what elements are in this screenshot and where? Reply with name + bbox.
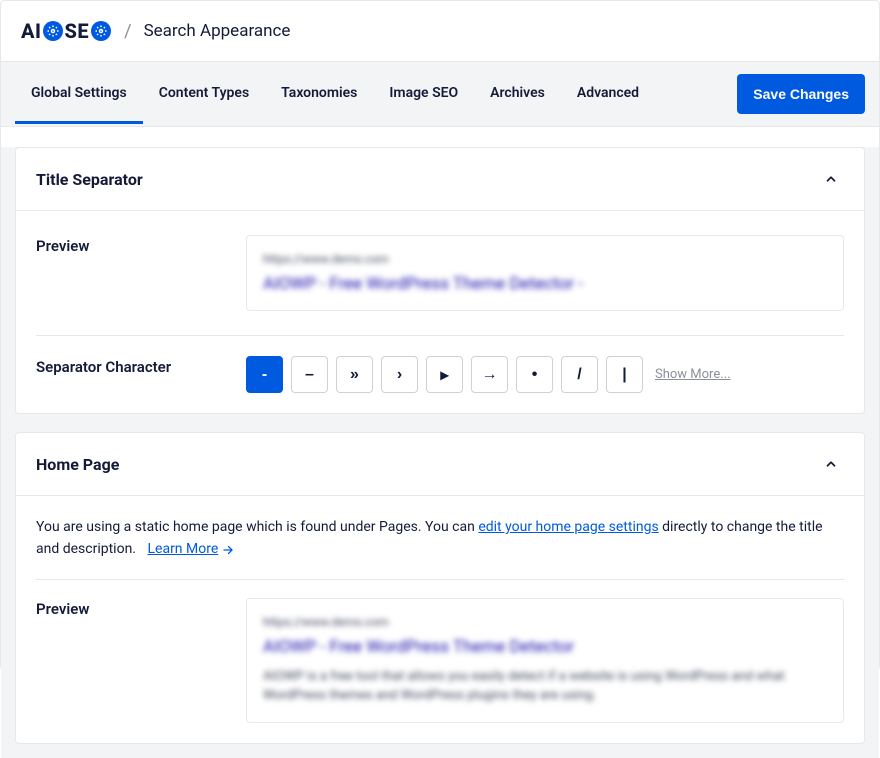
gear-icon-2 xyxy=(91,21,111,41)
learn-more-label: Learn More xyxy=(147,538,218,560)
separator-label: Separator Character xyxy=(36,356,246,393)
row-preview: Preview https://www.demo.com AIOWP - Fre… xyxy=(36,231,844,336)
preview-url-2: https://www.demo.com xyxy=(263,615,827,629)
preview-url: https://www.demo.com xyxy=(263,252,827,266)
tab-content-types[interactable]: Content Types xyxy=(143,65,265,124)
content: Title Separator Preview https://www.demo… xyxy=(1,147,879,758)
card-body: Preview https://www.demo.com AIOWP - Fre… xyxy=(16,211,864,413)
page-title: Search Appearance xyxy=(144,21,291,41)
preview-label-2: Preview xyxy=(36,598,246,723)
preview-title: AIOWP - Free WordPress Theme Detector - xyxy=(263,274,827,294)
show-more-link[interactable]: Show More... xyxy=(655,367,731,382)
breadcrumb-separator: / xyxy=(124,21,131,42)
gear-icon xyxy=(43,21,63,41)
card-header-home-page[interactable]: Home Page xyxy=(16,433,864,496)
tab-global-settings[interactable]: Global Settings xyxy=(15,65,143,124)
preview-desc: AIOWP is a free tool that allows you eas… xyxy=(263,667,827,706)
app-window: AI SE / Search Appearance Global Setting… xyxy=(0,0,880,670)
logo: AI SE xyxy=(21,19,112,43)
preview-label: Preview xyxy=(36,235,246,311)
tab-advanced[interactable]: Advanced xyxy=(561,65,655,124)
separator-pipe[interactable]: | xyxy=(606,356,643,393)
info-text: You are using a static home page which i… xyxy=(36,516,844,580)
preview-title-2: AIOWP - Free WordPress Theme Detector xyxy=(263,637,827,657)
tab-image-seo[interactable]: Image SEO xyxy=(373,65,474,124)
tab-taxonomies[interactable]: Taxonomies xyxy=(265,65,373,124)
learn-more-link[interactable]: Learn More xyxy=(147,538,234,560)
card-header-title-separator[interactable]: Title Separator xyxy=(16,148,864,211)
header: AI SE / Search Appearance xyxy=(1,1,879,61)
card-title: Home Page xyxy=(36,455,119,474)
card-title: Title Separator xyxy=(36,170,143,189)
row-separator: Separator Character - – » › ▸ → • / | xyxy=(36,336,844,393)
chevron-up-icon xyxy=(818,166,844,192)
separator-raquo[interactable]: » xyxy=(336,356,373,393)
preview-box-2: https://www.demo.com AIOWP - Free WordPr… xyxy=(246,598,844,723)
card-body: You are using a static home page which i… xyxy=(16,496,864,743)
separator-ndash[interactable]: – xyxy=(291,356,328,393)
save-button[interactable]: Save Changes xyxy=(737,74,865,114)
edit-homepage-link[interactable]: edit your home page settings xyxy=(478,519,658,535)
card-home-page: Home Page You are using a static home pa… xyxy=(15,432,865,744)
chevron-up-icon xyxy=(818,451,844,477)
tabs: Global Settings Content Types Taxonomies… xyxy=(15,65,655,124)
preview-box: https://www.demo.com AIOWP - Free WordPr… xyxy=(246,235,844,311)
separator-options: - – » › ▸ → • / | Show More... xyxy=(246,356,844,393)
separator-dash[interactable]: - xyxy=(246,356,283,393)
logo-text-1: AI xyxy=(21,19,41,43)
separator-triangle[interactable]: ▸ xyxy=(426,356,463,393)
row-preview-2: Preview https://www.demo.com AIOWP - Fre… xyxy=(36,580,844,723)
separator-rsaquo[interactable]: › xyxy=(381,356,418,393)
tabbar: Global Settings Content Types Taxonomies… xyxy=(1,61,879,127)
logo-text-2: SE xyxy=(64,19,89,43)
arrow-right-icon xyxy=(222,544,234,556)
tab-archives[interactable]: Archives xyxy=(474,65,561,124)
card-title-separator: Title Separator Preview https://www.demo… xyxy=(15,147,865,414)
info-pre: You are using a static home page which i… xyxy=(36,519,478,535)
separator-arrow[interactable]: → xyxy=(471,356,508,393)
separator-slash[interactable]: / xyxy=(561,356,598,393)
separator-bullet[interactable]: • xyxy=(516,356,553,393)
